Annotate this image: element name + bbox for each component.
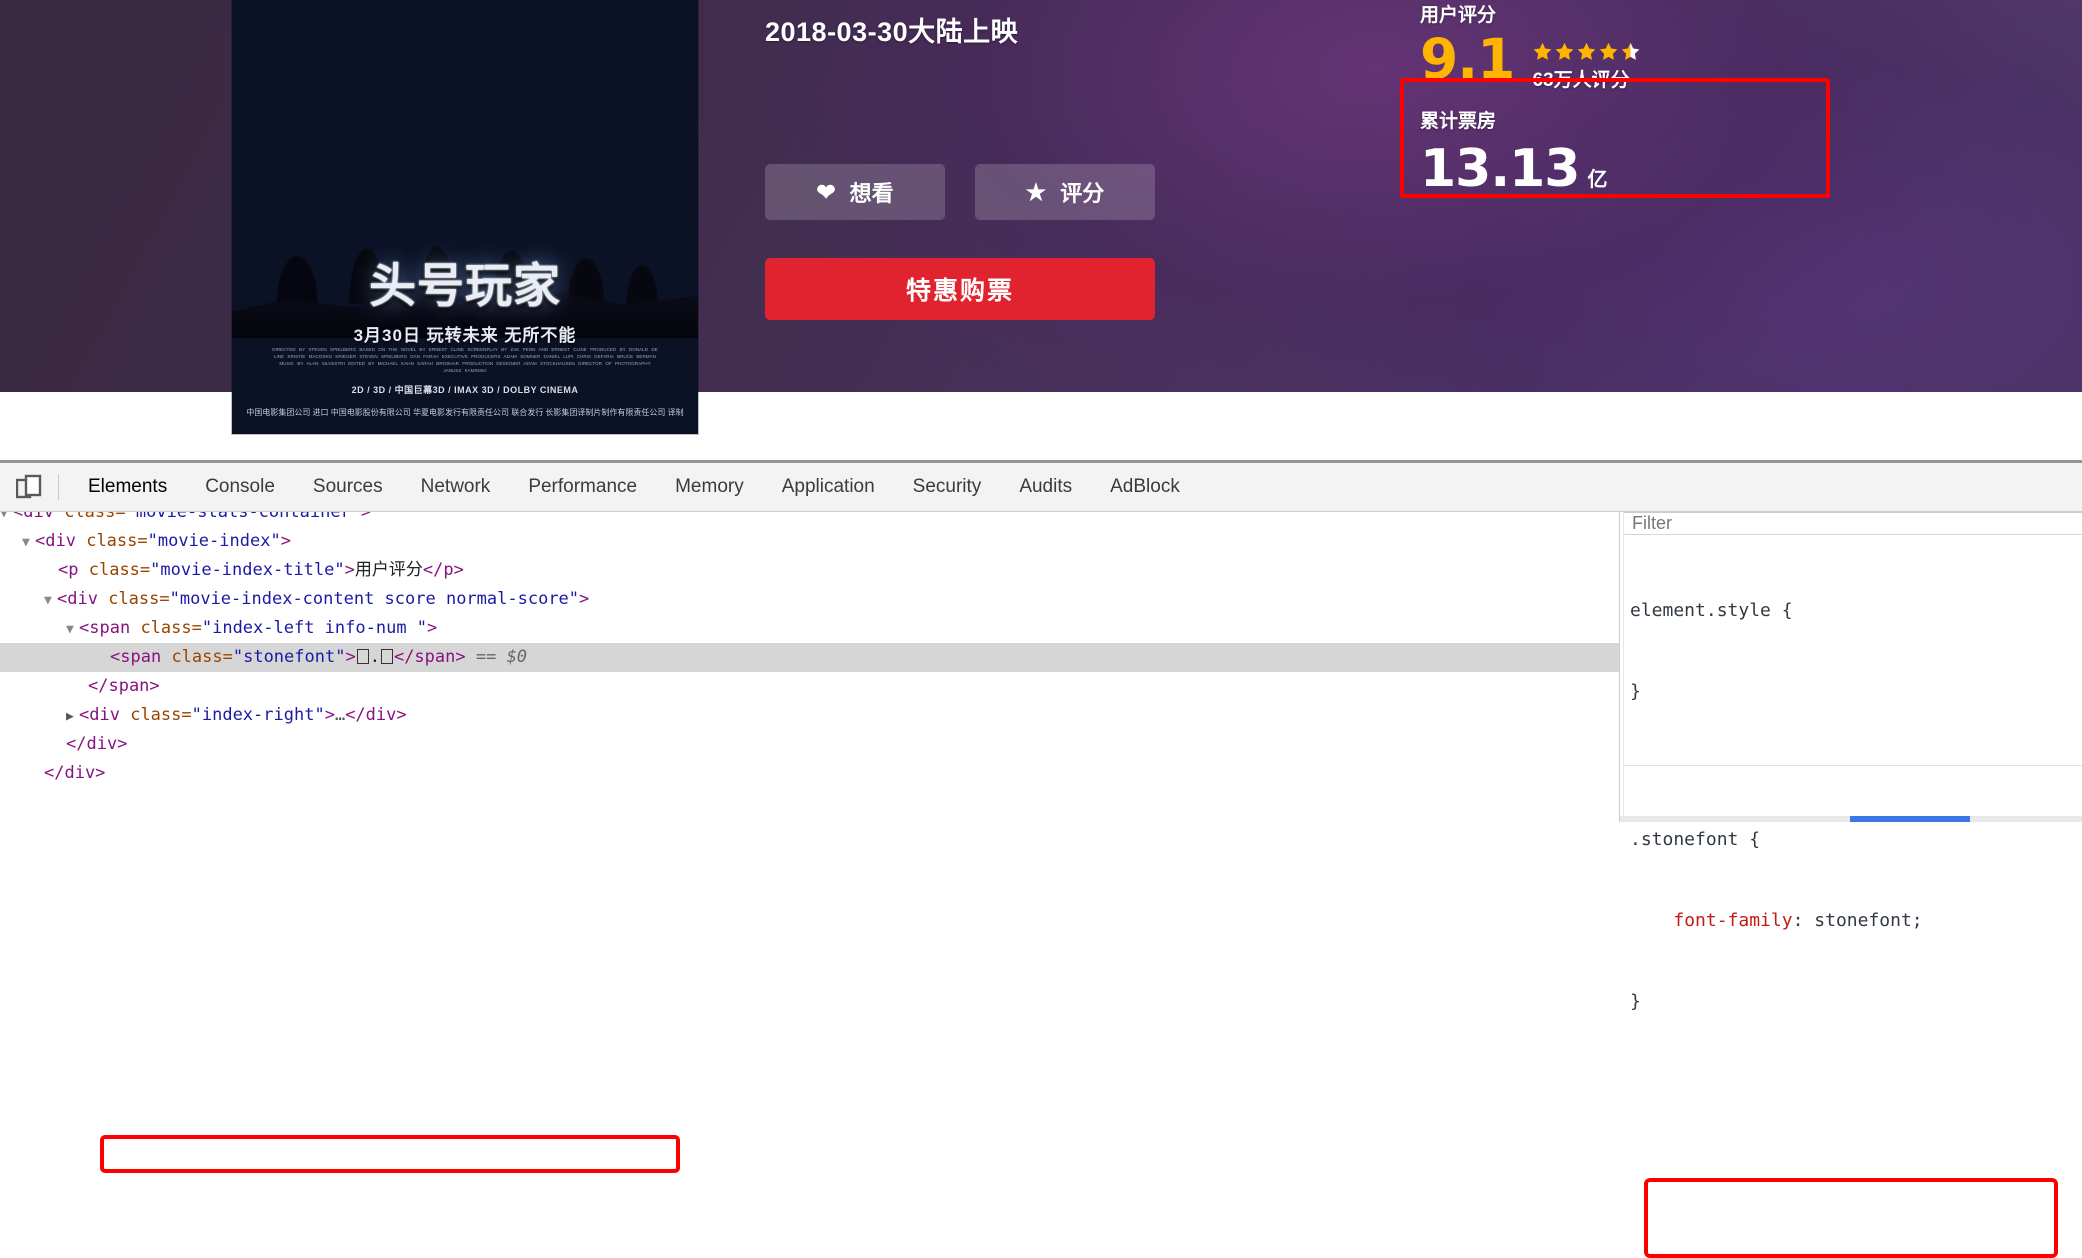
tab-console[interactable]: Console bbox=[186, 463, 294, 511]
poster-credits: DIRECTED BY STEVEN SPIELBERG BASED ON TH… bbox=[272, 346, 658, 373]
poster-formats: 2D / 3D / 中国巨幕3D / IMAX 3D / DOLBY CINEM… bbox=[351, 385, 579, 395]
box-office-content: 13.13 亿 bbox=[1420, 139, 1940, 199]
dom-line-movie-index-title[interactable]: <p class="movie-index-title">用户评分</p> bbox=[0, 556, 1619, 585]
poster-distributors: 中国电影集团公司 进口 中国电影股份有限公司 华夏电影发行有限责任公司 联合发行… bbox=[246, 408, 684, 417]
dom-line-index-right[interactable]: ▶ <div class="index-right">…</div> bbox=[0, 701, 1619, 730]
poster-title: 头号玩家 bbox=[369, 259, 561, 314]
styles-filter-input[interactable]: Filter bbox=[1620, 513, 2082, 535]
poster-tagline: 3月30日 玩转未来 无所不能 bbox=[353, 326, 577, 345]
box-office-index: 累计票房 13.13 亿 bbox=[1420, 106, 1940, 199]
declaration-separator: : bbox=[1792, 910, 1815, 931]
dom-line-movie-index[interactable]: ▼ <div class="movie-index"> bbox=[0, 527, 1619, 556]
movie-index-content: 9.1 63万人评分 bbox=[1420, 27, 1940, 92]
rate-label: 评分 bbox=[1060, 181, 1105, 206]
dom-line-close-div-inner[interactable]: </div> bbox=[0, 730, 1619, 759]
star-full-icon bbox=[1534, 42, 1552, 60]
tab-memory[interactable]: Memory bbox=[656, 463, 763, 511]
stonefont-tofu-text: . bbox=[356, 647, 394, 667]
star-full-icon bbox=[1600, 42, 1618, 60]
want-to-see-button[interactable]: ❤ 想看 bbox=[765, 164, 945, 220]
tab-security[interactable]: Security bbox=[894, 463, 1001, 511]
dom-line-close-span[interactable]: </span> bbox=[0, 672, 1619, 701]
rule-close-element-style: } bbox=[1630, 681, 1641, 702]
annotation-box-css-rule bbox=[1644, 1178, 2058, 1258]
movie-index: 用户评分 9.1 63万人评分 bbox=[1420, 0, 1940, 92]
want-to-see-label: 想看 bbox=[849, 181, 894, 206]
dom-line-stonefont-selected[interactable]: <span class="stonefont">. </span> == $0 bbox=[0, 643, 1619, 672]
star-half-icon bbox=[1622, 42, 1640, 60]
dom-line-close-div-outer[interactable]: </div> bbox=[0, 759, 1619, 788]
styles-horizontal-scrollbar[interactable] bbox=[1620, 816, 2082, 822]
star-icon: ★ bbox=[1025, 178, 1047, 205]
tab-sources[interactable]: Sources bbox=[294, 463, 402, 511]
dom-tree-panel[interactable]: ▼ <div class="movie-stats-container"> ▼ <d… bbox=[0, 512, 1620, 822]
tab-network[interactable]: Network bbox=[402, 463, 510, 511]
declaration-value: stonefont; bbox=[1814, 910, 1923, 931]
dom-line-index-left[interactable]: ▼ <span class="index-left info-num "> bbox=[0, 614, 1619, 643]
devtools-toolbar: Elements Console Sources Network Perform… bbox=[0, 463, 2082, 512]
tab-adblock[interactable]: AdBlock bbox=[1091, 463, 1199, 511]
release-date: 2018-03-30大陆上映 bbox=[765, 17, 1019, 47]
styles-filter-placeholder: Filter bbox=[1632, 513, 1672, 533]
star-full-icon bbox=[1556, 42, 1574, 60]
dom-line-stats-container[interactable]: ▼ <div class="movie-stats-container"> bbox=[0, 512, 1619, 527]
tab-application[interactable]: Application bbox=[763, 463, 894, 511]
declaration-property: font-family bbox=[1673, 910, 1793, 931]
rule-element-style[interactable]: element.style { } bbox=[1630, 543, 2082, 759]
buy-ticket-label: 特惠购票 bbox=[905, 277, 1014, 305]
devtools-panel: Elements Console Sources Network Perform… bbox=[0, 460, 2082, 1258]
dom-line-index-content[interactable]: ▼ <div class="movie-index-content score n… bbox=[0, 585, 1619, 614]
tab-elements[interactable]: Elements bbox=[69, 463, 186, 511]
index-right: 63万人评分 bbox=[1532, 31, 1641, 92]
declaration-font-family[interactable]: font-family: stonefont; bbox=[1630, 907, 2082, 934]
devtools-body: ▼ <div class="movie-stats-container"> ▼ <d… bbox=[0, 512, 2082, 1012]
movie-index-title: 用户评分 bbox=[1420, 5, 1497, 26]
styles-sidebar: Styles Computed Event Listeners DO Filte… bbox=[1620, 512, 2082, 1012]
star-rating bbox=[1532, 41, 1641, 62]
box-office-title: 累计票房 bbox=[1420, 111, 1497, 132]
rule-selector-element-style: element.style { bbox=[1630, 600, 1793, 621]
device-toolbar-icon[interactable] bbox=[0, 463, 58, 511]
devtools-tab-bar: Elements Console Sources Network Perform… bbox=[59, 463, 1199, 511]
tab-performance[interactable]: Performance bbox=[509, 463, 656, 511]
rule-close-stonefont: } bbox=[1630, 991, 1641, 1012]
movie-stats-container: 用户评分 9.1 63万人评分 累计票房 13.13 亿 bbox=[1420, 0, 1940, 199]
rule-selector-stonefont: .stonefont { bbox=[1630, 829, 1761, 850]
annotation-box-dom-line bbox=[100, 1135, 680, 1173]
movie-poster[interactable]: 头号玩家 3月30日 玩转未来 无所不能 DIRECTED BY STEVEN … bbox=[232, 0, 698, 434]
rate-button[interactable]: ★ 评分 bbox=[975, 164, 1155, 220]
styles-rules-list: element.style { } .stonefont { font-fami… bbox=[1620, 535, 2082, 1069]
rules-divider bbox=[1620, 765, 2082, 766]
box-office-unit: 亿 bbox=[1587, 169, 1608, 191]
heart-icon: ❤ bbox=[816, 178, 836, 205]
browser-page-viewport: 头号玩家 3月30日 玩转未来 无所不能 DIRECTED BY STEVEN … bbox=[0, 0, 2082, 460]
star-full-icon bbox=[1578, 42, 1596, 60]
styles-left-gutter bbox=[1620, 512, 1624, 822]
action-button-row: ❤ 想看 ★ 评分 bbox=[765, 164, 1155, 220]
scrollbar-thumb[interactable] bbox=[1850, 816, 1970, 822]
buy-ticket-button[interactable]: 特惠购票 bbox=[765, 258, 1155, 320]
user-score-value: 9.1 bbox=[1420, 27, 1515, 91]
rating-people-count: 63万人评分 bbox=[1532, 70, 1630, 91]
box-office-value: 13.13 bbox=[1420, 139, 1580, 199]
tab-audits[interactable]: Audits bbox=[1000, 463, 1091, 511]
